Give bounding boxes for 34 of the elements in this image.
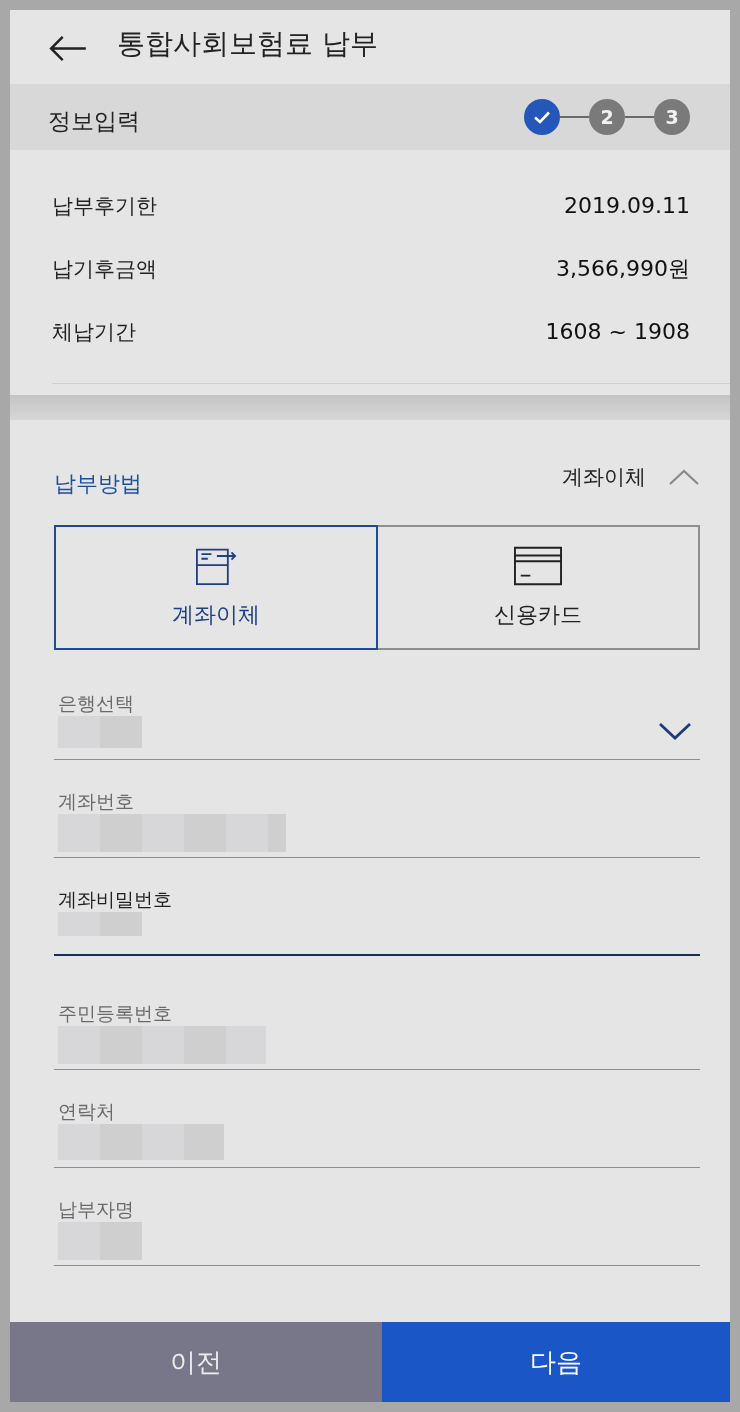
step-title: 정보입력 [48,106,140,136]
info-value: 1608 ~ 1908 [545,319,690,344]
next-button[interactable]: 다음 [382,1322,730,1402]
input-field[interactable]: 주민등록번호 [54,990,700,1070]
select-field[interactable]: 은행선택 [54,680,700,760]
info-value: 2019.09.11 [564,193,690,218]
input-field[interactable]: 계좌번호 [54,778,700,858]
field-label: 납부자명 [58,1197,134,1222]
payment-option[interactable]: 신용카드 [378,525,700,650]
selected-method: 계좌이체 [562,464,646,491]
input-field[interactable]: 연락처 [54,1088,700,1168]
step-connector [560,116,589,118]
field-label: 계좌번호 [58,789,134,814]
input-field[interactable]: 납부자명 [54,1186,700,1266]
field-label: 연락처 [58,1099,115,1124]
credit-card-icon [514,545,562,586]
section-title: 납부방법 [54,470,143,498]
payment-option[interactable]: 계좌이체 [54,525,378,650]
info-label: 납기후금액 [52,255,157,283]
step-number: 3 [654,99,690,135]
field-label: 주민등록번호 [58,1001,172,1026]
field-label: 은행선택 [58,691,134,716]
info-label: 납부후기한 [52,192,157,220]
input-field[interactable]: 계좌비밀번호 [54,876,700,956]
step-number: 2 [589,99,625,135]
back-arrow-icon[interactable] [48,34,87,62]
info-label: 체납기간 [52,318,136,346]
previous-button[interactable]: 이전 [10,1322,382,1402]
field-label: 계좌비밀번호 [58,887,172,912]
chevron-down-icon[interactable] [658,722,692,740]
chevron-up-icon[interactable] [668,468,700,486]
info-value: 3,566,990원 [556,254,690,283]
step-connector [625,116,654,118]
page-title: 통합사회보험료 납부 [117,26,378,62]
